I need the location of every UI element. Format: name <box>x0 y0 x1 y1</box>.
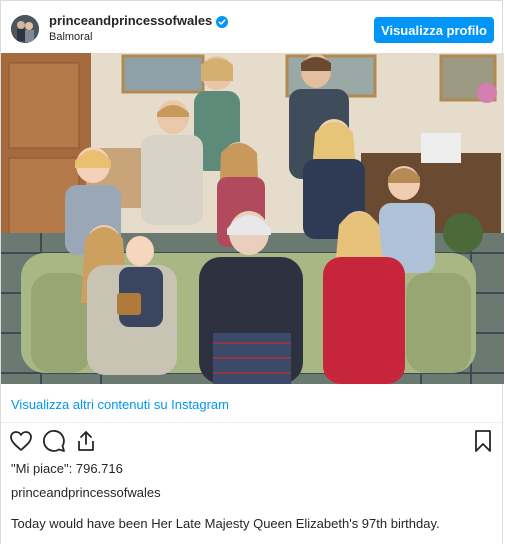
post-photo[interactable] <box>1 53 504 384</box>
share-icon[interactable] <box>73 428 99 454</box>
verified-badge-icon <box>216 15 229 28</box>
post-header: princeandprincessofwales Balmoral Visual… <box>1 1 504 53</box>
action-bar <box>1 428 504 458</box>
profile-avatar[interactable] <box>11 15 39 43</box>
location-label[interactable]: Balmoral <box>49 30 228 44</box>
caption-username[interactable]: princeandprincessofwales <box>11 485 161 500</box>
view-more-on-instagram-link[interactable]: Visualizza altri contenuti su Instagram <box>11 397 229 412</box>
view-profile-button[interactable]: Visualizza profilo <box>374 17 494 43</box>
heart-icon[interactable] <box>8 428 34 454</box>
username[interactable]: princeandprincessofwales <box>49 13 212 29</box>
instagram-embed-card: princeandprincessofwales Balmoral Visual… <box>0 0 504 544</box>
user-info: princeandprincessofwales Balmoral <box>49 13 229 44</box>
divider <box>1 422 504 423</box>
bookmark-icon[interactable] <box>470 428 496 454</box>
likes-count[interactable]: "Mi piace": 796.716 <box>11 461 123 476</box>
comment-bubble-icon[interactable] <box>41 428 67 454</box>
caption-text: Today would have been Her Late Majesty Q… <box>11 516 440 531</box>
